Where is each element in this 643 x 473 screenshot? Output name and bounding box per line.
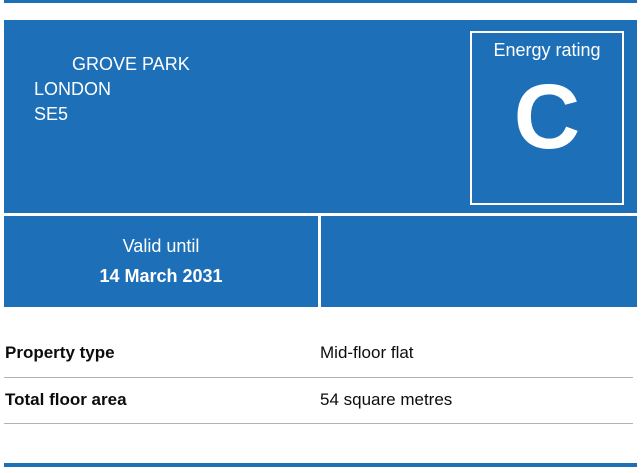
secondary-panel	[321, 216, 637, 307]
energy-rating-label: Energy rating	[493, 40, 601, 60]
epc-certificate-card: GROVE PARK LONDON SE5 Energy rating C Va…	[4, 20, 637, 307]
summary-value: Mid-floor flat	[320, 343, 414, 362]
summary-row-floor-area: Total floor area 54 square metres	[4, 378, 633, 424]
address-line-3: SE5	[34, 104, 69, 124]
summary-row-property-type: Property type Mid-floor flat	[4, 331, 633, 378]
summary-list: Property type Mid-floor flat Total floor…	[4, 331, 633, 424]
validity-panel: Valid until 14 March 2031	[4, 216, 318, 307]
address-line-2: LONDON	[34, 79, 112, 99]
top-divider	[4, 0, 637, 3]
property-address: GROVE PARK LONDON SE5	[34, 52, 190, 127]
energy-rating-value: C	[513, 66, 581, 168]
valid-until-date: 14 March 2031	[99, 266, 223, 286]
valid-until-label: Valid until	[122, 236, 200, 256]
summary-key: Total floor area	[5, 390, 127, 409]
bottom-divider	[4, 463, 637, 467]
address-panel: GROVE PARK LONDON SE5 Energy rating C	[4, 20, 637, 213]
energy-rating-box: Energy rating C	[470, 31, 624, 205]
summary-value: 54 square metres	[320, 390, 453, 409]
address-line-1: GROVE PARK	[72, 54, 190, 74]
summary-key: Property type	[5, 343, 115, 362]
